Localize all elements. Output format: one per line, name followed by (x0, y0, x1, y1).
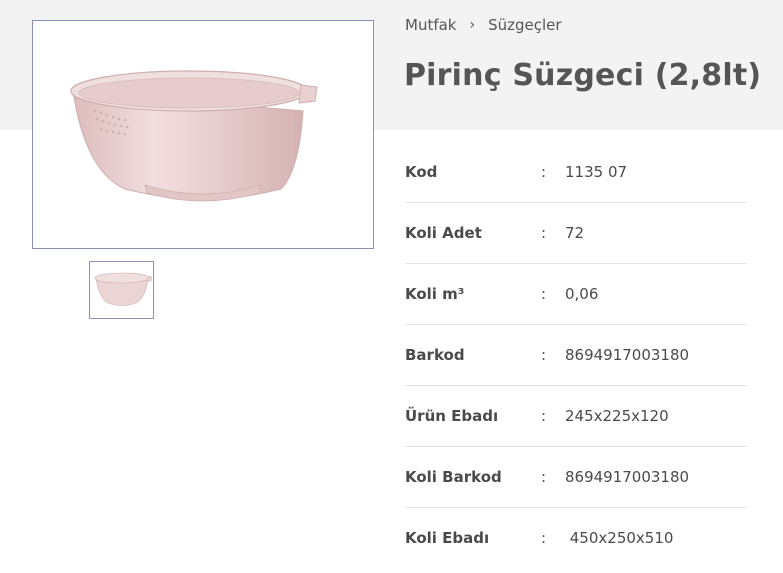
product-thumbnail[interactable] (89, 261, 154, 319)
spec-row-kod: Kod : 1135 07 (405, 142, 747, 203)
spec-colon: : (541, 285, 547, 303)
spec-row-koli-ebadi: Koli Ebadı : 450x250x510 (405, 508, 747, 569)
spec-table: Kod : 1135 07 Koli Adet : 72 Koli m³ : 0… (405, 142, 747, 569)
product-main-image[interactable] (32, 20, 374, 249)
spec-label: Koli m³ (405, 285, 465, 303)
spec-row-urun-ebadi: Ürün Ebadı : 245x225x120 (405, 386, 747, 447)
page-title: Pirinç Süzgeci (2,8lt) (404, 58, 762, 93)
spec-value: 8694917003180 (565, 468, 690, 486)
spec-value: 8694917003180 (565, 346, 690, 364)
breadcrumb-item-suzgecler[interactable]: Süzgeçler (488, 16, 561, 34)
spec-label: Kod (405, 163, 438, 181)
spec-value: 72 (565, 224, 585, 242)
spec-value: 245x225x120 (565, 407, 669, 425)
colander-image (70, 70, 318, 202)
spec-colon: : (541, 163, 547, 181)
spec-row-koli-barkod: Koli Barkod : 8694917003180 (405, 447, 747, 508)
spec-colon: : (541, 346, 547, 364)
spec-colon: : (541, 224, 547, 242)
spec-value: 0,06 (565, 285, 599, 303)
breadcrumb: Mutfak › Süzgeçler (405, 16, 562, 34)
spec-value: 1135 07 (565, 163, 628, 181)
spec-row-barkod: Barkod : 8694917003180 (405, 325, 747, 386)
spec-row-koli-adet: Koli Adet : 72 (405, 203, 747, 264)
spec-label: Koli Ebadı (405, 529, 490, 547)
spec-colon: : (541, 407, 547, 425)
spec-value: 450x250x510 (565, 529, 674, 547)
colander-thumbnail-image (94, 272, 153, 306)
breadcrumb-item-mutfak[interactable]: Mutfak (405, 16, 457, 34)
spec-label: Koli Barkod (405, 468, 502, 486)
spec-label: Koli Adet (405, 224, 482, 242)
spec-label: Barkod (405, 346, 465, 364)
spec-colon: : (541, 468, 547, 486)
spec-label: Ürün Ebadı (405, 407, 499, 425)
spec-row-koli-m3: Koli m³ : 0,06 (405, 264, 747, 325)
spec-colon: : (541, 529, 547, 547)
chevron-right-icon: › (469, 17, 476, 33)
